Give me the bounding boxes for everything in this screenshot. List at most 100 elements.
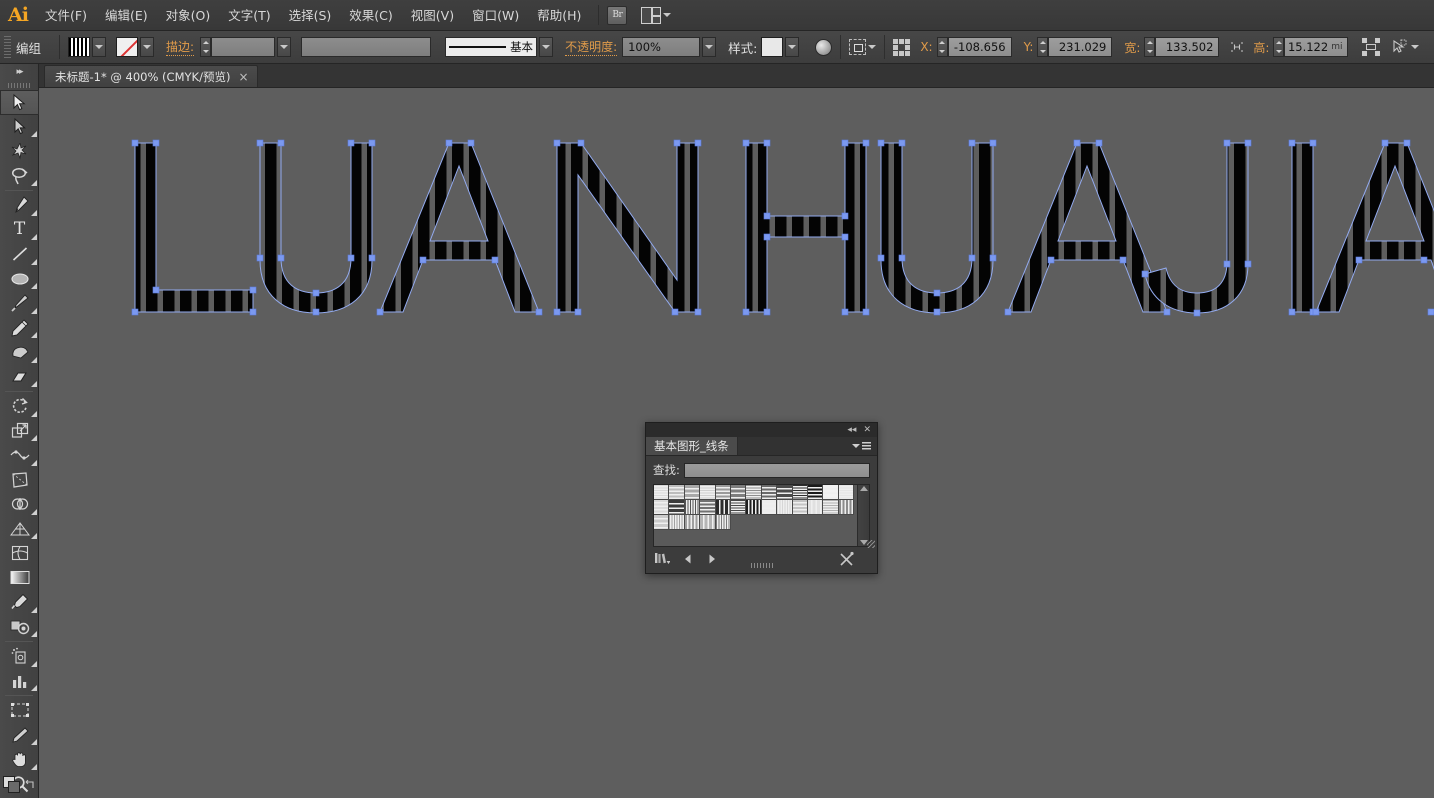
swatch[interactable] [654,500,669,515]
swatch-library-panel[interactable]: ◂◂ ✕ 基本图形_线条 查找: [645,422,878,574]
stroke-dropdown-button[interactable] [140,37,154,57]
isolate-group-icon[interactable] [1362,38,1380,56]
panel-title-bar[interactable]: ◂◂ ✕ [646,423,877,437]
swatch[interactable] [654,515,669,530]
tool-artboard[interactable] [0,698,39,723]
swatch[interactable] [823,485,838,500]
y-stepper[interactable] [1037,37,1048,57]
swatch[interactable] [654,485,669,500]
swatch[interactable] [793,485,808,500]
menu-effect[interactable]: 效果(C) [340,0,401,31]
fill-stroke-indicator[interactable] [3,776,21,794]
tool-scale[interactable] [0,419,39,444]
tool-blob-brush[interactable] [0,340,39,365]
swatch[interactable] [685,485,700,500]
height-value-field[interactable]: 15.122 mi [1284,37,1348,57]
swatch[interactable] [746,485,761,500]
tool-type[interactable]: T [0,218,39,243]
bridge-button[interactable]: Br [607,6,627,25]
stroke-label[interactable]: 描边: [166,38,194,56]
width-control[interactable]: 133.502 [1144,37,1219,57]
tool-ellipse[interactable] [0,267,39,292]
fill-stripe-swatch[interactable] [68,37,90,57]
y-value-field[interactable]: 231.029 [1048,37,1112,57]
resize-grip-icon[interactable] [867,540,875,548]
select-similar-button[interactable] [1392,39,1419,55]
tool-perspective-grid[interactable] [0,517,39,542]
fill-dropdown-button[interactable] [92,37,106,57]
find-input[interactable] [684,463,870,478]
stroke-weight-dropdown[interactable] [277,37,291,57]
align-control[interactable] [849,39,876,55]
arrange-documents-button[interactable] [641,7,671,24]
graphic-style-swatch[interactable] [761,37,783,57]
tool-gradient[interactable] [0,566,39,591]
swatch[interactable] [823,500,838,515]
tool-eyedropper[interactable] [0,590,39,615]
tool-rotate[interactable] [0,394,39,419]
fill-control[interactable] [68,37,106,57]
tool-magic-wand[interactable] [0,139,39,164]
swatch[interactable] [793,500,808,515]
swatch[interactable] [716,500,731,515]
tool-eraser[interactable] [0,365,39,390]
swap-fill-stroke-icon[interactable] [24,779,36,791]
swatch[interactable] [808,485,823,500]
width-stepper[interactable] [1144,37,1155,57]
tool-blend[interactable] [0,615,39,640]
document-tab[interactable]: 未标题-1* @ 400% (CMYK/预览) × [44,65,258,87]
menu-file[interactable]: 文件(F) [36,0,96,31]
menu-object[interactable]: 对象(O) [157,0,220,31]
graphic-style-control[interactable] [761,37,799,57]
menu-edit[interactable]: 编辑(E) [96,0,157,31]
close-panel-icon[interactable]: ✕ [863,426,871,435]
swatch[interactable] [716,515,731,530]
tool-pen[interactable] [0,193,39,218]
control-bar-grip[interactable] [4,36,11,58]
menu-select[interactable]: 选择(S) [280,0,341,31]
stroke-weight-stepper[interactable] [200,37,211,57]
stroke-variable-width-profile[interactable] [301,37,431,57]
link-proportions-icon[interactable] [1229,39,1245,55]
stroke-color-control[interactable] [116,37,154,57]
panel-tab-basic-graphics-lines[interactable]: 基本图形_线条 [646,437,738,455]
recolor-artwork-icon[interactable] [815,39,832,56]
tool-width[interactable] [0,443,39,468]
y-position-control[interactable]: 231.029 [1037,37,1112,57]
swatch-scrollbar[interactable] [857,485,869,546]
stroke-none-swatch[interactable] [116,37,138,57]
collapse-panel-icon[interactable]: ◂◂ [847,426,856,435]
tools-panel-grip[interactable] [0,80,38,90]
scroll-up-icon[interactable] [860,486,868,491]
height-stepper[interactable] [1273,37,1284,57]
swatch[interactable] [777,485,792,500]
x-position-control[interactable]: -108.656 [937,37,1012,57]
swatch[interactable] [762,485,777,500]
swatch[interactable] [762,500,777,515]
tool-column-graph[interactable] [0,669,39,694]
tool-symbol-sprayer[interactable] [0,644,39,669]
swatch[interactable] [731,500,746,515]
graphic-style-dropdown[interactable] [785,37,799,57]
tool-pencil[interactable] [0,316,39,341]
stroke-weight-control[interactable] [200,37,291,57]
swatch[interactable] [685,500,700,515]
swatch[interactable] [746,500,761,515]
panel-drag-grip[interactable] [646,563,877,568]
swatch[interactable] [700,485,715,500]
tool-hand[interactable] [0,747,39,772]
menu-help[interactable]: 帮助(H) [528,0,590,31]
menu-view[interactable]: 视图(V) [402,0,463,31]
tool-shape-builder[interactable] [0,492,39,517]
swatch-grid[interactable] [654,485,857,546]
menu-type[interactable]: 文字(T) [219,0,279,31]
tool-lasso[interactable] [0,164,39,189]
artwork-luanhuajia[interactable] [129,138,1434,328]
swatch[interactable] [839,485,854,500]
tool-slice[interactable] [0,723,39,748]
stroke-profile-preview[interactable]: 基本 [445,37,537,57]
opacity-dropdown[interactable] [702,37,716,57]
opacity-label[interactable]: 不透明度: [565,38,617,56]
swatch[interactable] [839,500,854,515]
tool-line-segment[interactable] [0,242,39,267]
